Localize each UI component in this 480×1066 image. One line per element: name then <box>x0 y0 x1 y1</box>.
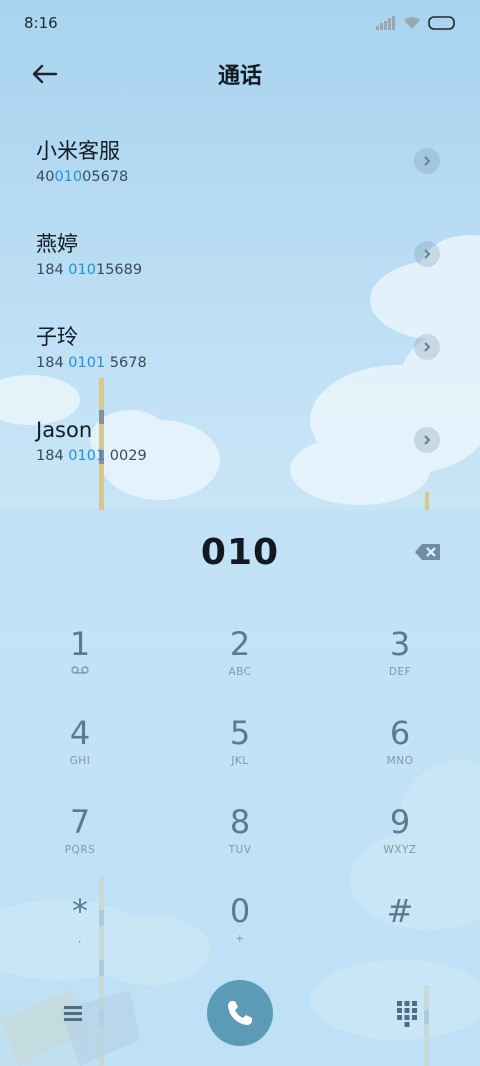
menu-button[interactable] <box>58 998 88 1028</box>
list-item[interactable]: 小米客服 4001005678 <box>0 128 480 221</box>
key-2[interactable]: 2 ABC <box>180 624 300 696</box>
chevron-right-icon <box>424 342 431 352</box>
key-hash[interactable]: # <box>340 891 460 963</box>
key-4[interactable]: 4 GHI <box>20 713 140 785</box>
contact-detail-button[interactable] <box>414 148 440 174</box>
key-5[interactable]: 5 JKL <box>180 713 300 785</box>
contact-number: 4001005678 <box>36 169 129 185</box>
bottom-action-bar <box>0 978 480 1048</box>
contact-number: 184 0101 5678 <box>36 355 147 371</box>
key-3[interactable]: 3 DEF <box>340 624 460 696</box>
header: 通话 <box>0 48 480 98</box>
contact-suggestion-list: 小米客服 4001005678 燕婷 184 01015689 子玲 184 0… <box>0 128 480 500</box>
key-7[interactable]: 7 PQRS <box>20 802 140 874</box>
chevron-right-icon <box>424 156 431 166</box>
dialed-number-display[interactable]: 010 <box>0 532 480 573</box>
key-9[interactable]: 9 WXYZ <box>340 802 460 874</box>
contact-number: 184 0101 0029 <box>36 448 147 464</box>
backspace-icon <box>415 544 440 560</box>
status-time: 8:16 <box>24 14 58 32</box>
match-highlight: 010 <box>54 169 83 185</box>
key-8[interactable]: 8 TUV <box>180 802 300 874</box>
voicemail-icon <box>71 666 89 674</box>
key-star[interactable]: * , <box>20 891 140 963</box>
battery-icon <box>428 16 455 30</box>
match-highlight: 010 <box>68 262 96 278</box>
dialpad-icon <box>397 1001 417 1027</box>
call-button[interactable] <box>207 980 273 1046</box>
contact-number: 184 01015689 <box>36 262 143 278</box>
status-icons <box>376 16 456 30</box>
menu-icon <box>64 1006 82 1021</box>
status-bar: 8:16 <box>0 0 480 46</box>
contact-detail-button[interactable] <box>414 241 440 267</box>
match-highlight: 0101 <box>68 448 106 464</box>
chevron-right-icon <box>424 435 431 445</box>
backspace-button[interactable] <box>414 542 442 562</box>
signal-icon <box>376 16 395 30</box>
dialpad-toggle-button[interactable] <box>390 996 424 1030</box>
chevron-right-icon <box>424 249 431 259</box>
key-6[interactable]: 6 MNO <box>340 713 460 785</box>
contact-detail-button[interactable] <box>414 427 440 453</box>
page-title: 通话 <box>217 64 262 89</box>
wifi-icon <box>404 17 420 29</box>
list-item[interactable]: 燕婷 184 01015689 <box>0 221 480 314</box>
contact-detail-button[interactable] <box>414 334 440 360</box>
phone-icon <box>228 1001 252 1025</box>
key-1[interactable]: 1 <box>20 624 140 696</box>
list-item[interactable]: 子玲 184 0101 5678 <box>0 314 480 407</box>
match-highlight: 0101 <box>68 355 106 371</box>
key-0[interactable]: 0 + <box>180 891 300 963</box>
list-item[interactable]: Jason 184 0101 0029 <box>0 407 480 500</box>
